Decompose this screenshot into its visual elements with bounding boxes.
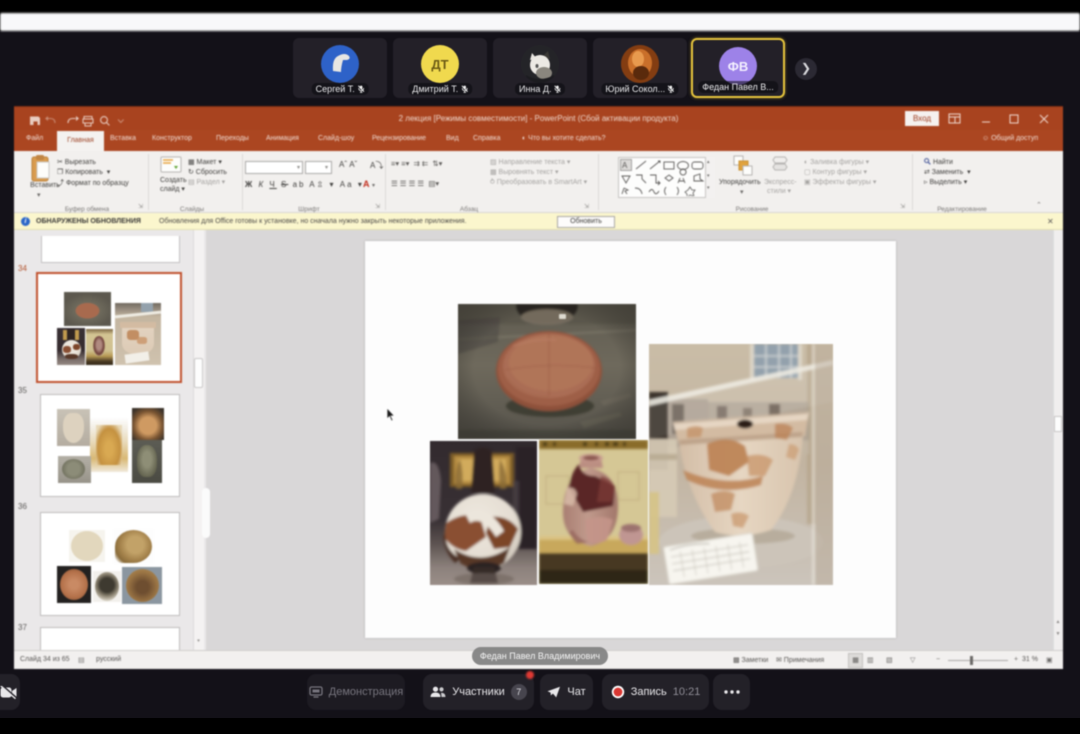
svg-text:A: A (622, 161, 628, 170)
